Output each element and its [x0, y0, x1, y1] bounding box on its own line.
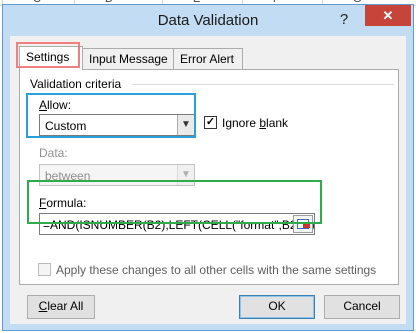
help-button[interactable]: ?	[333, 11, 355, 29]
title-bar[interactable]: Data Validation ? ✕	[3, 5, 413, 35]
close-button[interactable]: ✕	[365, 5, 411, 26]
clear-all-button[interactable]: Clear All	[27, 295, 95, 319]
ok-button[interactable]: OK	[239, 295, 315, 319]
apply-all-label: Apply these changes to all other cells w…	[56, 263, 377, 277]
ignore-blank-checkbox[interactable]: ✓	[204, 116, 217, 129]
tab-error-alert[interactable]: Error Alert	[173, 48, 243, 69]
chevron-down-icon[interactable]: ▼	[177, 115, 194, 135]
cancel-button[interactable]: Cancel	[324, 295, 400, 319]
data-label: Data:	[39, 146, 68, 160]
tab-settings[interactable]: Settings	[19, 46, 83, 70]
data-validation-dialog: Data Validation ? ✕ Settings Input Messa…	[2, 4, 414, 331]
validation-criteria-label: Validation criteria	[30, 77, 122, 91]
allow-label: Allow:	[39, 98, 72, 112]
dialog-body: Settings Input Message Error Alert Valid…	[10, 36, 406, 324]
formula-input[interactable]: =AND(ISNUMBER(B2),LEFT(CELL("format",B2)…	[39, 213, 315, 235]
tab-input-message[interactable]: Input Message	[82, 48, 174, 69]
apply-all-checkbox[interactable]	[38, 263, 51, 276]
group-divider	[132, 84, 394, 85]
range-selector-button[interactable]	[293, 215, 313, 233]
settings-panel: Validation criteria Allow: Custom ▼ ✓ Ig…	[19, 69, 399, 285]
allow-value: Custom	[45, 119, 87, 133]
data-select[interactable]: between ▼	[39, 164, 195, 186]
data-value: between	[45, 169, 91, 183]
formula-value: =AND(ISNUMBER(B2),LEFT(CELL("format",B2)…	[43, 218, 315, 232]
allow-select[interactable]: Custom ▼	[39, 114, 195, 136]
ignore-blank-label: Ignore blank	[222, 116, 289, 130]
collapse-arrow-icon	[303, 222, 310, 228]
chevron-down-icon: ▼	[177, 165, 194, 185]
formula-label: Formula:	[39, 196, 87, 210]
